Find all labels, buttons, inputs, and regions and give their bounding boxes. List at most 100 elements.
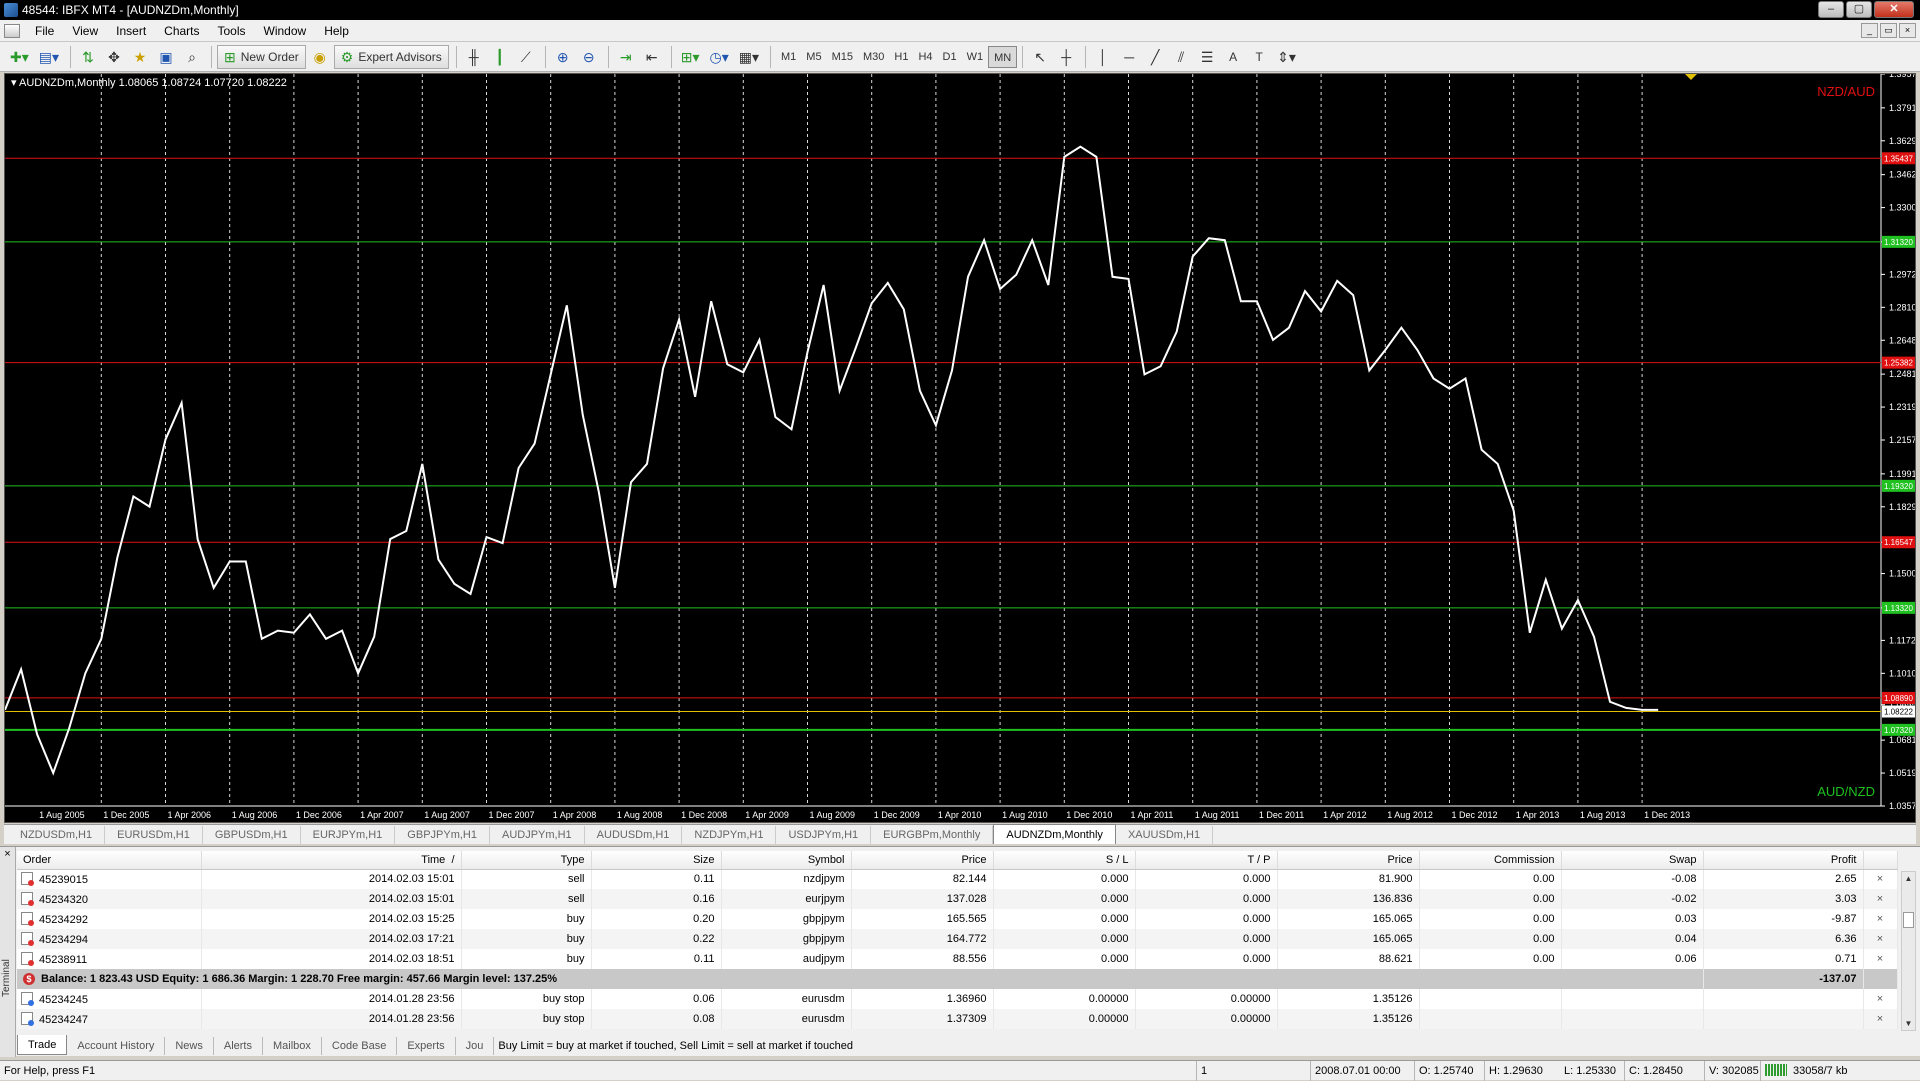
chart-tab[interactable]: NZDJPYm,H1 — [682, 826, 777, 844]
chart-window-icon[interactable] — [4, 23, 20, 38]
bar-chart-icon[interactable]: ╫ — [462, 45, 486, 69]
minimize-button[interactable]: – — [1818, 1, 1844, 18]
arrows-icon[interactable]: ⇕▾ — [1273, 45, 1300, 69]
trendline-icon[interactable]: ╱ — [1143, 45, 1167, 69]
chart-tab[interactable]: EURJPYm,H1 — [301, 826, 396, 844]
chart-shift-marker-icon[interactable] — [1685, 74, 1697, 80]
terminal-close-icon[interactable]: × — [0, 847, 15, 861]
terminal-tab[interactable]: Alerts — [214, 1037, 263, 1055]
column-header[interactable]: Order — [17, 851, 202, 870]
menu-help[interactable]: Help — [315, 20, 358, 42]
timeframe-w1[interactable]: W1 — [962, 46, 989, 68]
table-row[interactable]: 45234247 2014.01.28 23:56 buy stop 0.08 euru… — [17, 1009, 1898, 1029]
column-header[interactable]: Size — [591, 851, 722, 870]
horizontal-line-icon[interactable]: ─ — [1117, 45, 1141, 69]
close-order-icon[interactable]: × — [1863, 949, 1898, 969]
terminal-tab[interactable]: Trade — [17, 1035, 68, 1055]
menu-charts[interactable]: Charts — [155, 20, 208, 42]
menu-view[interactable]: View — [63, 20, 107, 42]
scrollbar-thumb[interactable] — [1903, 912, 1914, 928]
scroll-up-icon[interactable]: ▲ — [1902, 872, 1915, 885]
zoom-in-icon[interactable]: ⊕ — [551, 45, 575, 69]
market-watch-icon[interactable]: ⇅ — [76, 45, 100, 69]
table-row[interactable]: 45239015 2014.02.03 15:01 sell 0.11 nzdjpym 8… — [17, 869, 1898, 889]
close-button[interactable]: ✕ — [1874, 1, 1914, 18]
close-order-icon[interactable]: × — [1863, 929, 1898, 949]
close-order-icon[interactable]: × — [1863, 989, 1898, 1009]
chart-tab[interactable]: AUDUSDm,H1 — [585, 826, 683, 844]
table-row[interactable]: 45234320 2014.02.03 15:01 sell 0.16 eurjpym 1… — [17, 889, 1898, 909]
timeframe-d1[interactable]: D1 — [938, 46, 962, 68]
column-header[interactable]: Price — [851, 851, 994, 870]
menu-file[interactable]: File — [26, 20, 63, 42]
periods-icon[interactable]: ◷▾ — [705, 45, 732, 69]
menu-window[interactable]: Window — [255, 20, 316, 42]
column-header[interactable]: Time / — [201, 851, 462, 870]
new-chart-icon[interactable]: ✚▾ — [6, 45, 33, 69]
chart-tab[interactable]: GBPUSDm,H1 — [203, 826, 301, 844]
timeframe-m15[interactable]: M15 — [827, 46, 858, 68]
column-header[interactable]: Price — [1277, 851, 1420, 870]
price-line-series[interactable] — [5, 145, 1659, 776]
close-order-icon[interactable]: × — [1863, 869, 1898, 889]
table-row[interactable]: 45238911 2014.02.03 18:51 buy 0.11 audjpym 88… — [17, 949, 1898, 969]
close-order-icon[interactable]: × — [1863, 889, 1898, 909]
column-header[interactable]: Profit — [1703, 851, 1864, 870]
column-header[interactable]: Commission — [1419, 851, 1562, 870]
chart-restore-button[interactable]: ▭ — [1880, 23, 1897, 38]
zoom-out-icon[interactable]: ⊖ — [577, 45, 601, 69]
column-header[interactable]: S / L — [993, 851, 1136, 870]
chart-close-button[interactable]: × — [1899, 23, 1916, 38]
terminal-scrollbar[interactable]: ▲ ▼ — [1901, 871, 1916, 1031]
channel-icon[interactable]: ⫽ — [1169, 45, 1193, 69]
chart-tab[interactable]: XAUUSDm,H1 — [1116, 826, 1214, 844]
table-row[interactable]: 45234292 2014.02.03 15:25 buy 0.20 gbpjpym 16… — [17, 909, 1898, 929]
column-header[interactable]: Type — [461, 851, 592, 870]
table-row[interactable]: 45234245 2014.01.28 23:56 buy stop 0.06 euru… — [17, 989, 1898, 1009]
cursor-icon[interactable]: ↖ — [1028, 45, 1052, 69]
chart-shift-icon[interactable]: ⇤ — [640, 45, 664, 69]
close-order-icon[interactable]: × — [1863, 1009, 1898, 1029]
terminal-tab[interactable]: Code Base — [322, 1037, 398, 1055]
candlestick-icon[interactable]: ┃ — [488, 45, 512, 69]
column-header[interactable]: T / P — [1135, 851, 1278, 870]
terminal-tab[interactable]: Jou — [456, 1037, 495, 1055]
chart-menu-arrow-icon[interactable]: ▾ — [11, 77, 19, 89]
chart-tab[interactable]: EURUSDm,H1 — [105, 826, 203, 844]
timeframe-m1[interactable]: M1 — [776, 46, 801, 68]
chart-tab[interactable]: AUDNZDm,Monthly — [993, 824, 1116, 844]
navigator-icon[interactable]: ★ — [128, 45, 152, 69]
indicators-icon[interactable]: ⊞▾ — [677, 45, 704, 69]
column-header[interactable]: Swap — [1561, 851, 1704, 870]
line-chart-icon[interactable]: ⟋ — [514, 45, 538, 69]
table-row[interactable]: 45234294 2014.02.03 17:21 buy 0.22 gbpjpym 16… — [17, 929, 1898, 949]
maximize-button[interactable]: ▢ — [1846, 1, 1872, 18]
timeframe-m30[interactable]: M30 — [858, 46, 889, 68]
timeframe-m5[interactable]: M5 — [801, 46, 826, 68]
templates-icon[interactable]: ▦▾ — [735, 45, 763, 69]
data-window-icon[interactable]: ✥ — [102, 45, 126, 69]
auto-scroll-icon[interactable]: ⇥ — [614, 45, 638, 69]
close-order-icon[interactable]: × — [1863, 909, 1898, 929]
chart-tab[interactable]: GBPJPYm,H1 — [395, 826, 490, 844]
fibonacci-icon[interactable]: ☰ — [1195, 45, 1219, 69]
column-header[interactable]: Symbol — [721, 851, 852, 870]
label-tool-icon[interactable]: T — [1247, 45, 1271, 69]
chart-window[interactable]: 1 Aug 2005 1 Dec 2005 1 Apr 2006 1 Aug 2006… — [4, 73, 1916, 823]
text-tool-icon[interactable]: A — [1221, 45, 1245, 69]
timeframe-h1[interactable]: H1 — [889, 46, 913, 68]
vertical-line-icon[interactable]: │ — [1091, 45, 1115, 69]
new-order-button[interactable]: ⊞ New Order — [217, 44, 306, 69]
terminal-tab[interactable]: News — [165, 1037, 214, 1055]
expert-advisors-button[interactable]: ⚙ Expert Advisors — [333, 44, 449, 69]
chart-tab[interactable]: USDJPYm,H1 — [776, 826, 872, 844]
crosshair-icon[interactable]: ┼ — [1054, 45, 1078, 69]
chart-tab[interactable]: NZDUSDm,H1 — [8, 826, 106, 844]
menu-tools[interactable]: Tools — [209, 20, 255, 42]
profiles-icon[interactable]: ▤▾ — [35, 45, 63, 69]
strategy-tester-icon[interactable]: ⌕ — [180, 45, 204, 69]
chart-tab[interactable]: EURGBPm,Monthly — [871, 826, 994, 844]
chart-minimize-button[interactable]: _ — [1861, 23, 1878, 38]
terminal-tab[interactable]: Account History — [67, 1037, 166, 1055]
price-chart[interactable]: 1 Aug 2005 1 Dec 2005 1 Apr 2006 1 Aug 2006… — [5, 74, 1915, 822]
